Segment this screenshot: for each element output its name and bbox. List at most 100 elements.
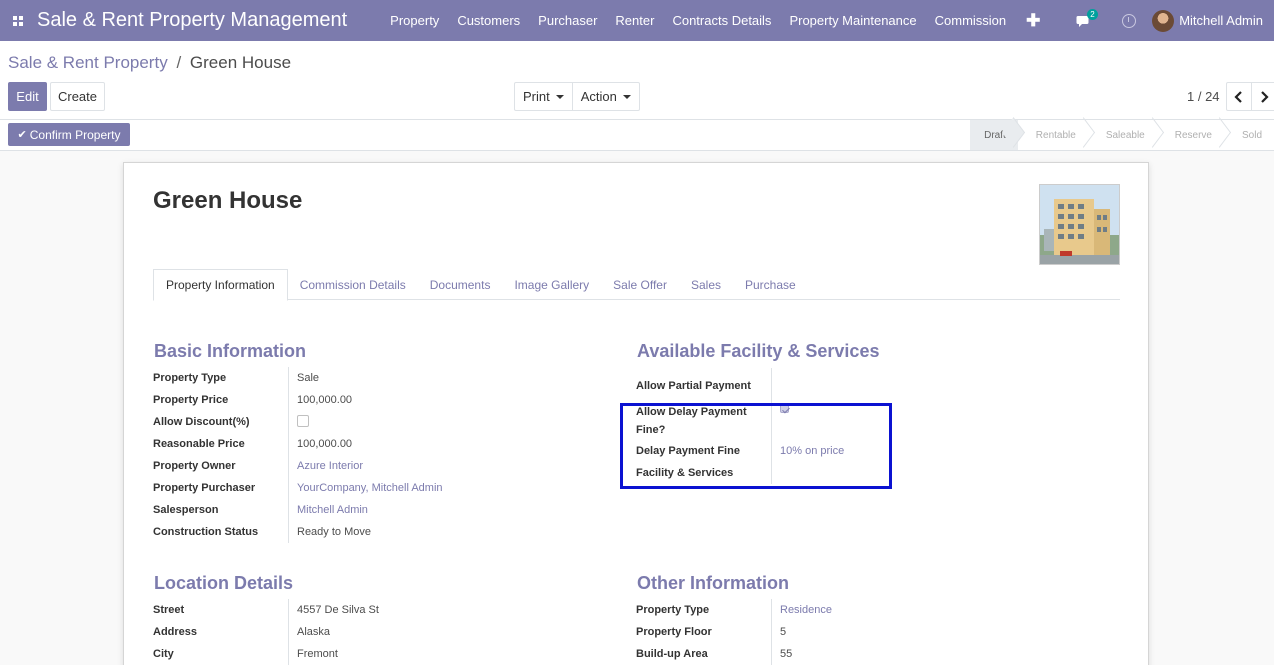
main-menu: Property Customers Purchaser Renter Cont… (390, 11, 1040, 31)
field-row: Property Floor 5 (636, 621, 832, 643)
chat-icon[interactable]: 2 (1076, 8, 1102, 31)
pager-value[interactable]: 1 / 24 (1187, 89, 1220, 104)
print-label: Print (523, 89, 550, 104)
field-row: Salesperson Mitchell Admin (153, 499, 443, 521)
top-navbar: Sale & Rent Property Management Property… (0, 0, 1274, 41)
field-row: Property Type Residence (636, 599, 832, 621)
field-label: Allow Discount(%) (153, 416, 250, 428)
field-label: Property Floor (636, 626, 712, 638)
field-label: Salesperson (153, 504, 219, 516)
app-title[interactable]: Sale & Rent Property Management (37, 9, 347, 32)
location-details-fields: Street 4557 De Silva St Address Alaska C… (153, 599, 379, 665)
create-button[interactable]: Create (50, 82, 105, 111)
record-title: Green House (153, 187, 303, 214)
confirm-property-label: Confirm Property (29, 127, 121, 142)
property-owner-link[interactable]: Azure Interior (289, 460, 363, 472)
allow-discount-checkbox[interactable] (297, 414, 309, 427)
chevron-right-icon (1260, 90, 1269, 103)
street-value: 4557 De Silva St (297, 604, 379, 616)
breadcrumb-current: Green House (189, 53, 292, 72)
field-label: Build-up Area (636, 648, 708, 660)
field-label: Reasonable Price (153, 438, 245, 450)
highlight-box (620, 403, 892, 489)
field-label: Property Purchaser (153, 482, 256, 494)
edit-button[interactable]: Edit (8, 82, 47, 111)
field-label: City (153, 648, 174, 660)
salesperson-link[interactable]: Mitchell Admin (289, 504, 368, 516)
tab-commission-details[interactable]: Commission Details (288, 269, 418, 300)
tab-documents[interactable]: Documents (418, 269, 503, 300)
property-price-value: 100,000.00 (297, 394, 353, 406)
tab-sale-offer[interactable]: Sale Offer (601, 269, 679, 300)
property-purchaser-link[interactable]: YourCompany, Mitchell Admin (289, 482, 443, 494)
confirm-property-button[interactable]: ✔ Confirm Property (8, 123, 130, 146)
stage-pipeline: Draft Rentable Saleable Reserve Sold (970, 120, 1274, 150)
basic-information-fields: Property Type Sale Property Price 100,00… (153, 367, 443, 543)
other-information-fields: Property Type Residence Property Floor 5… (636, 599, 832, 665)
property-image[interactable] (1039, 184, 1120, 265)
tab-property-information[interactable]: Property Information (153, 269, 288, 301)
stage-rentable[interactable]: Rentable (1018, 120, 1088, 150)
field-row: Allow Discount(%) (153, 411, 443, 433)
menu-item-customers[interactable]: Customers (457, 13, 520, 28)
stage-sold[interactable]: Sold (1224, 120, 1274, 150)
stage-draft[interactable]: Draft (970, 120, 1018, 150)
pager-previous-button[interactable] (1227, 83, 1251, 110)
breadcrumb-separator: / (176, 53, 182, 72)
pager-buttons (1226, 82, 1274, 111)
tab-sales[interactable]: Sales (679, 269, 733, 300)
caret-down-icon (555, 94, 564, 99)
field-label: Allow Partial Payment (636, 380, 751, 392)
plus-icon[interactable]: ✚ (1026, 11, 1040, 31)
menu-item-property-maintenance[interactable]: Property Maintenance (789, 13, 916, 28)
field-row: Property Price 100,000.00 (153, 389, 443, 411)
field-row: Construction Status Ready to Move (153, 521, 443, 543)
field-label: Property Type (153, 372, 227, 384)
menu-item-purchaser[interactable]: Purchaser (538, 13, 597, 28)
print-dropdown[interactable]: Print (515, 83, 572, 110)
address-value: Alaska (297, 626, 331, 638)
field-row: Property Purchaser YourCompany, Mitchell… (153, 477, 443, 499)
notebook-tabs: Property Information Commission Details … (153, 269, 1120, 301)
field-row: Allow Partial Payment (636, 368, 844, 404)
menu-item-commission[interactable]: Commission (935, 13, 1007, 28)
reasonable-price-value: 100,000.00 (297, 438, 353, 450)
other-information-title: Other Information (637, 573, 789, 593)
field-row: Reasonable Price 100,000.00 (153, 433, 443, 455)
menu-item-property[interactable]: Property (390, 13, 439, 28)
chat-badge: 2 (1087, 8, 1098, 20)
field-label: Street (153, 604, 185, 616)
field-row: City Fremont (153, 643, 379, 665)
stage-saleable[interactable]: Saleable (1088, 120, 1157, 150)
action-dropdown[interactable]: Action (571, 83, 639, 110)
location-details-title: Location Details (154, 573, 294, 593)
action-label: Action (580, 89, 617, 104)
breadcrumb-parent-link[interactable]: Sale & Rent Property (8, 53, 168, 72)
city-value: Fremont (297, 648, 338, 660)
tab-image-gallery[interactable]: Image Gallery (502, 269, 601, 300)
menu-item-renter[interactable]: Renter (615, 13, 654, 28)
facility-services-title: Available Facility & Services (637, 341, 880, 361)
pager-next-button[interactable] (1251, 83, 1274, 110)
avatar[interactable] (1152, 9, 1175, 32)
field-label: Property Type (636, 604, 710, 616)
user-name[interactable]: Mitchell Admin (1179, 13, 1263, 28)
property-type-value: Sale (297, 372, 320, 384)
control-panel: Sale & Rent Property / Green House Edit … (0, 41, 1274, 120)
build-up-area-value: 55 (780, 648, 793, 660)
field-row: Street 4557 De Silva St (153, 599, 379, 621)
apps-menu-icon[interactable] (0, 0, 36, 41)
field-row: Property Owner Azure Interior (153, 455, 443, 477)
field-row: Address Alaska (153, 621, 379, 643)
menu-item-contracts-details[interactable]: Contracts Details (672, 13, 771, 28)
field-label: Property Price (153, 394, 229, 406)
stage-reserve[interactable]: Reserve (1157, 120, 1224, 150)
chevron-left-icon (1234, 90, 1242, 103)
field-label: Property Owner (153, 460, 236, 472)
action-button-group: Print Action (514, 82, 640, 111)
breadcrumb: Sale & Rent Property / Green House (8, 53, 291, 73)
activity-clock-icon[interactable] (1122, 13, 1137, 28)
caret-down-icon (622, 94, 631, 99)
tab-purchase[interactable]: Purchase (733, 269, 808, 300)
other-property-type-link[interactable]: Residence (772, 604, 832, 616)
